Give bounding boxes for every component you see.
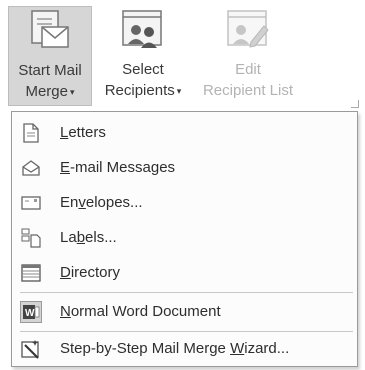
edit-recipient-list-line2: Recipient List bbox=[202, 82, 294, 99]
menu-item-envelopes-label: elopes... bbox=[85, 194, 143, 211]
start-mail-merge-line1: Start Mail bbox=[18, 62, 82, 79]
menu-item-wizard-label: izard... bbox=[244, 340, 290, 357]
word-document-icon: W bbox=[20, 300, 42, 323]
edit-recipient-list-button[interactable]: Edit Recipient List bbox=[192, 6, 304, 106]
wizard-icon bbox=[20, 338, 42, 360]
menu-item-normal-word-document[interactable]: W Normal Word Document bbox=[12, 294, 357, 329]
select-recipients-line2: Recipients bbox=[104, 82, 175, 99]
menu-item-wizard-key: W bbox=[230, 340, 245, 357]
edit-recipient-list-icon bbox=[220, 6, 276, 56]
menu-item-labels-key: b bbox=[76, 229, 86, 246]
menu-item-email-label: -mail Messages bbox=[70, 159, 176, 176]
menu-item-mail-merge-wizard[interactable]: Step-by-Step Mail Merge Wizard... bbox=[12, 331, 357, 366]
menu-item-envelopes-key: v bbox=[78, 194, 86, 211]
labels-icon bbox=[20, 227, 42, 249]
menu-item-email-key: E bbox=[60, 159, 71, 176]
mailings-ribbon: Start Mail Merge ▾ Select Recipients ▾ E… bbox=[0, 0, 365, 112]
menu-item-envelopes-pre: En bbox=[60, 194, 79, 211]
start-mail-merge-menu: Letters E-mail Messages Envelopes... Lab… bbox=[11, 111, 358, 367]
start-mail-merge-icon bbox=[22, 7, 78, 57]
menu-item-wizard-pre: Step-by-Step Mail Merge bbox=[60, 340, 231, 357]
menu-item-directory[interactable]: Directory bbox=[12, 255, 357, 290]
svg-text:W: W bbox=[25, 308, 35, 319]
menu-item-normal-label: ormal Word Document bbox=[70, 303, 221, 320]
menu-separator bbox=[20, 292, 353, 293]
menu-item-email-messages[interactable]: E-mail Messages bbox=[12, 150, 357, 185]
chevron-down-icon: ▾ bbox=[176, 85, 182, 96]
menu-item-letters-label: etters bbox=[68, 124, 106, 141]
chevron-down-icon: ▾ bbox=[70, 86, 75, 97]
envelope-open-icon bbox=[20, 157, 42, 179]
select-recipients-icon bbox=[115, 6, 171, 56]
menu-item-envelopes[interactable]: Envelopes... bbox=[12, 185, 357, 220]
menu-item-directory-label: irectory bbox=[70, 264, 121, 281]
start-mail-merge-button[interactable]: Start Mail Merge ▾ bbox=[8, 6, 92, 106]
group-launcher-icon[interactable] bbox=[351, 100, 359, 108]
menu-item-labels[interactable]: Labels... bbox=[12, 220, 357, 255]
edit-recipient-list-line1: Edit bbox=[235, 61, 261, 78]
envelope-icon bbox=[20, 192, 42, 214]
select-recipients-button[interactable]: Select Recipients ▾ bbox=[94, 6, 192, 106]
select-recipients-line1: Select bbox=[122, 61, 164, 78]
menu-item-normal-key: N bbox=[60, 303, 71, 320]
menu-item-labels-pre: La bbox=[60, 229, 77, 246]
document-icon bbox=[20, 122, 42, 144]
menu-item-directory-key: D bbox=[60, 264, 71, 281]
start-mail-merge-line2: Merge bbox=[25, 83, 68, 100]
menu-item-letters[interactable]: Letters bbox=[12, 115, 357, 150]
directory-icon bbox=[20, 262, 42, 284]
menu-item-labels-label: els... bbox=[85, 229, 117, 246]
